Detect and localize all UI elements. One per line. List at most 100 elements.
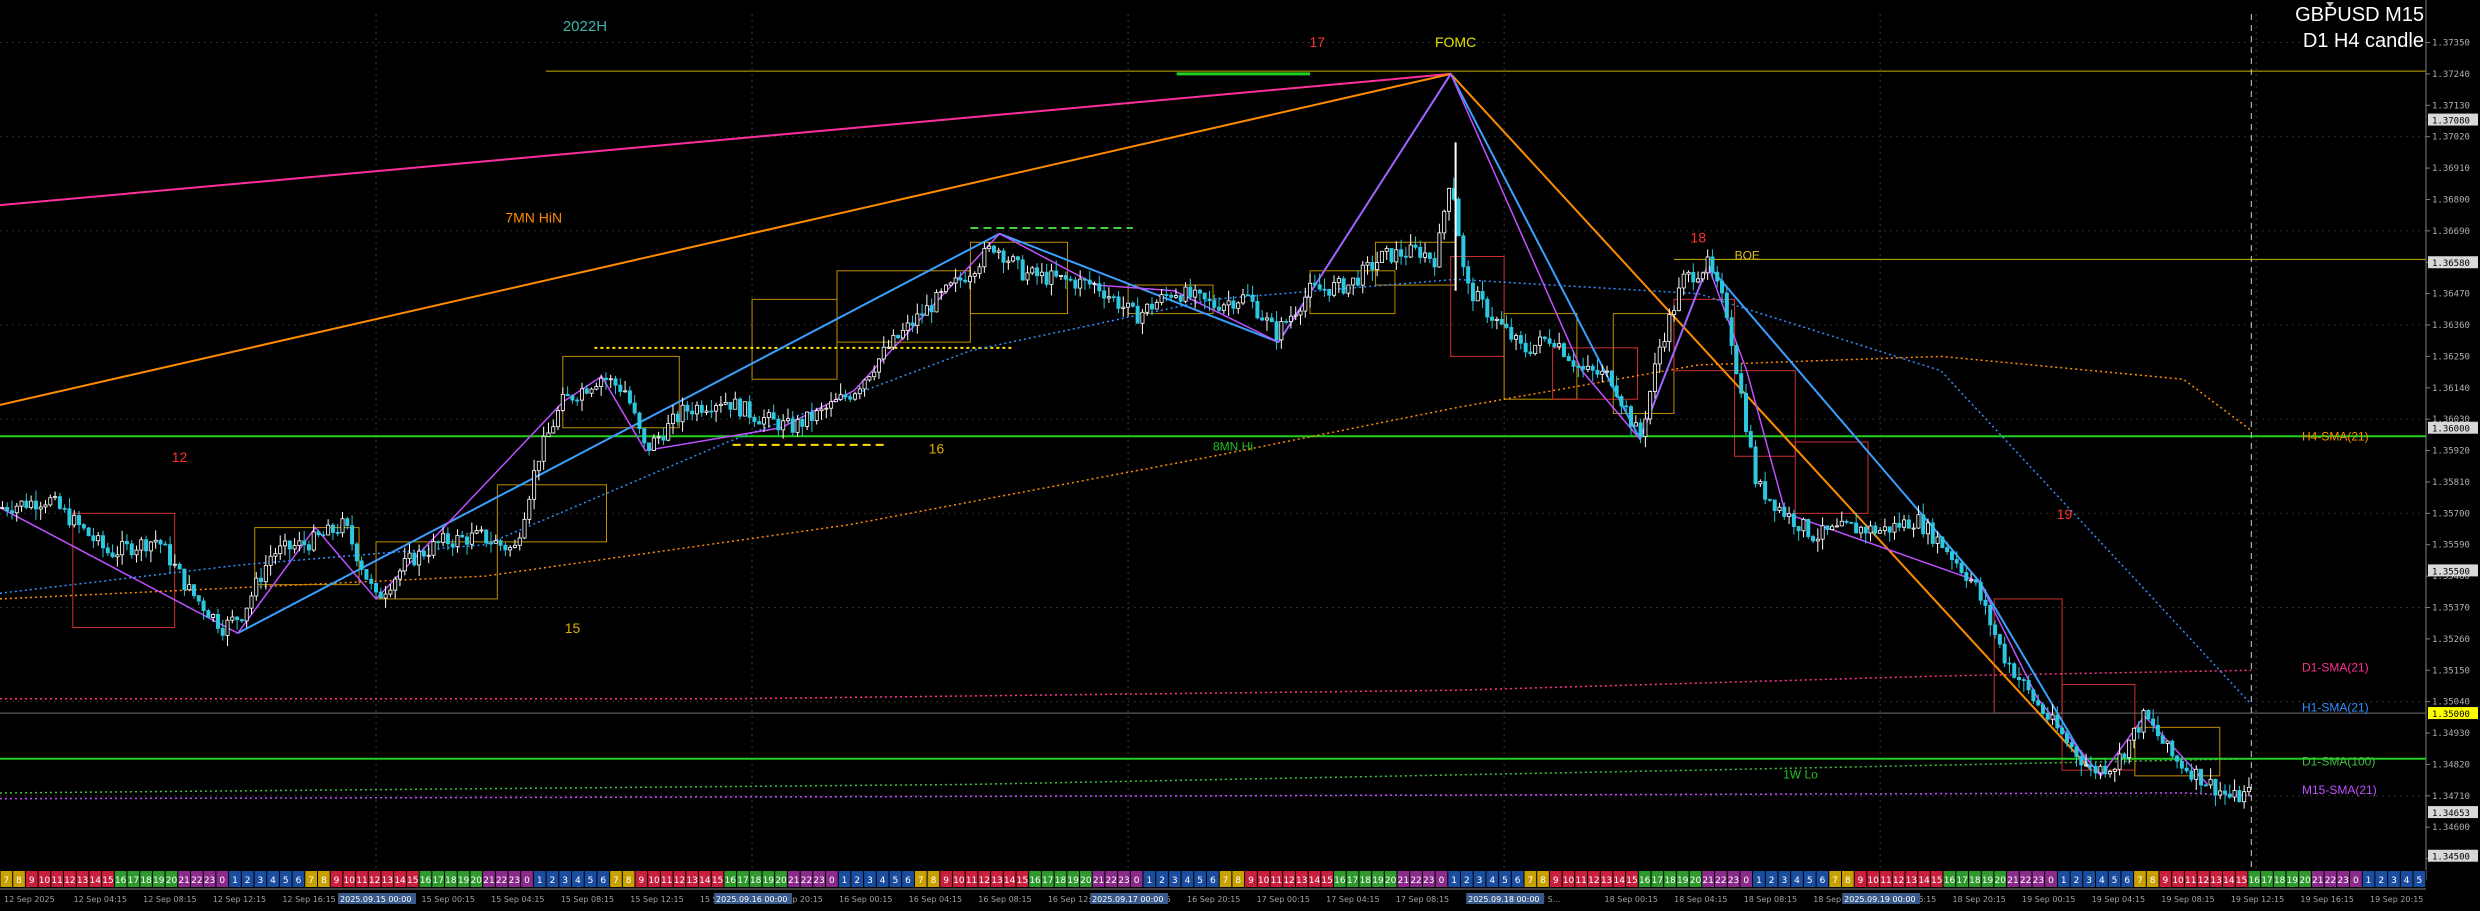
hour-cell-label: 19 [2287, 876, 2299, 886]
candle-body [733, 398, 738, 410]
candle-body [2045, 713, 2050, 720]
time-tick-label: 12 Sep 2025 [4, 895, 55, 904]
candle-body [996, 250, 1001, 253]
hour-cell-label: 4 [2099, 876, 2105, 886]
time-tick-label: 17 Sep 00:15 [1257, 895, 1310, 904]
candle-body [1260, 317, 1265, 321]
hour-cell-label: 10 [1868, 876, 1880, 886]
candle-body [2055, 714, 2060, 729]
hour-cell-label: 2 [2378, 876, 2384, 886]
candle-body [1236, 302, 1241, 309]
hour-cell-label: 11 [1271, 876, 1282, 886]
session-box [1450, 256, 1505, 357]
candle-body [723, 401, 728, 405]
hour-cell-label: 21 [788, 876, 799, 886]
candle-body [690, 410, 695, 415]
candle-body [2194, 768, 2199, 780]
hour-cell-label: 1 [1756, 876, 1762, 886]
hour-cell-label: 7 [3, 876, 9, 886]
trend-line [0, 72, 1451, 207]
candle-body [498, 540, 503, 546]
price-badge-label: 1.35000 [2432, 710, 2470, 720]
candle-body [881, 346, 886, 360]
candle-body [1111, 296, 1116, 299]
candle-body [570, 395, 575, 401]
candle-body [785, 418, 790, 422]
candle-body [196, 595, 201, 602]
hour-cell-label: 15 [1931, 876, 1942, 886]
hour-cell-label: 9 [2162, 876, 2168, 886]
candle-body [345, 518, 350, 527]
candle-body [1504, 323, 1509, 328]
hour-cell-label: 0 [524, 876, 530, 886]
candle-body [1159, 294, 1164, 303]
candle-body [1767, 498, 1772, 501]
candle-body [872, 371, 877, 378]
candle-body [1245, 294, 1250, 297]
candle-body [613, 378, 618, 386]
candle-body [479, 529, 484, 532]
candle-body [656, 436, 661, 439]
hour-cell-label: 7 [2137, 876, 2143, 886]
hour-cell-label: 8 [1235, 876, 1241, 886]
hour-cell-label: 22 [2020, 876, 2031, 886]
candle-body [1561, 343, 1566, 357]
moving-average-line [0, 669, 2252, 700]
price-tick-label: 1.35370 [2432, 603, 2470, 613]
candle-body [1226, 300, 1231, 306]
candle-body [1437, 232, 1442, 268]
candle-body [2050, 714, 2055, 720]
hour-cell-label: 18 [750, 876, 762, 886]
time-tick-label: 19 Sep 08:15 [2161, 895, 2214, 904]
candle-body [1868, 525, 1873, 534]
hour-cell-label: 7 [1832, 876, 1838, 886]
time-tick-label: 16 Sep 20:15 [1187, 895, 1240, 904]
candle-body [584, 388, 589, 394]
candle-body [843, 394, 848, 398]
hour-cell-label: 12 [674, 876, 685, 886]
candle-body [704, 410, 709, 413]
symbol-title: GBPUSD M15 [2295, 4, 2424, 26]
candle-body [1997, 634, 2002, 645]
level-label: 2022H [563, 18, 607, 35]
candle-body [1490, 316, 1495, 321]
price-tick-label: 1.35590 [2432, 541, 2470, 551]
price-tick-label: 1.34930 [2432, 729, 2470, 739]
candle-body [29, 500, 34, 508]
candle-body [488, 542, 493, 545]
candle-body [2127, 739, 2132, 759]
candle-body [1183, 286, 1188, 302]
candle-body [853, 393, 858, 400]
candle-body [1126, 302, 1131, 308]
candle-body [1116, 296, 1121, 309]
candle-body [326, 524, 331, 536]
candle-body [1566, 356, 1571, 362]
candle-body [1140, 311, 1145, 324]
hour-cell-label: 14 [394, 876, 406, 886]
candle-body [177, 563, 182, 570]
candle-body [1241, 294, 1246, 304]
price-tick-label: 1.37240 [2432, 70, 2470, 80]
candle-body [541, 435, 546, 462]
price-chart[interactable]: 2022HBOE8MN Hi1W Lo7MN HiNFOMC1215161718… [0, 0, 2480, 911]
level-label: 1W Lo [1783, 768, 1818, 782]
hour-cell-label: 19 [1982, 876, 1994, 886]
candle-body [1925, 522, 1930, 535]
candle-body [206, 610, 211, 618]
candle-body [1255, 301, 1260, 319]
candle-body [1672, 310, 1677, 316]
candle-body [2131, 727, 2136, 741]
candle-body [891, 334, 896, 348]
hour-cell-label: 8 [1540, 876, 1546, 886]
candle-body [982, 248, 987, 268]
ma-label: H4-SMA(21) [2302, 429, 2369, 443]
hour-cell-label: 4 [1489, 876, 1495, 886]
candle-body [752, 416, 757, 422]
candle-body [833, 399, 838, 403]
candle-body [1212, 300, 1217, 308]
candle-body [220, 628, 225, 636]
candle-body [1667, 314, 1672, 342]
candle-body [1446, 187, 1451, 212]
candle-body [2237, 790, 2242, 803]
candle-body [1830, 525, 1835, 531]
